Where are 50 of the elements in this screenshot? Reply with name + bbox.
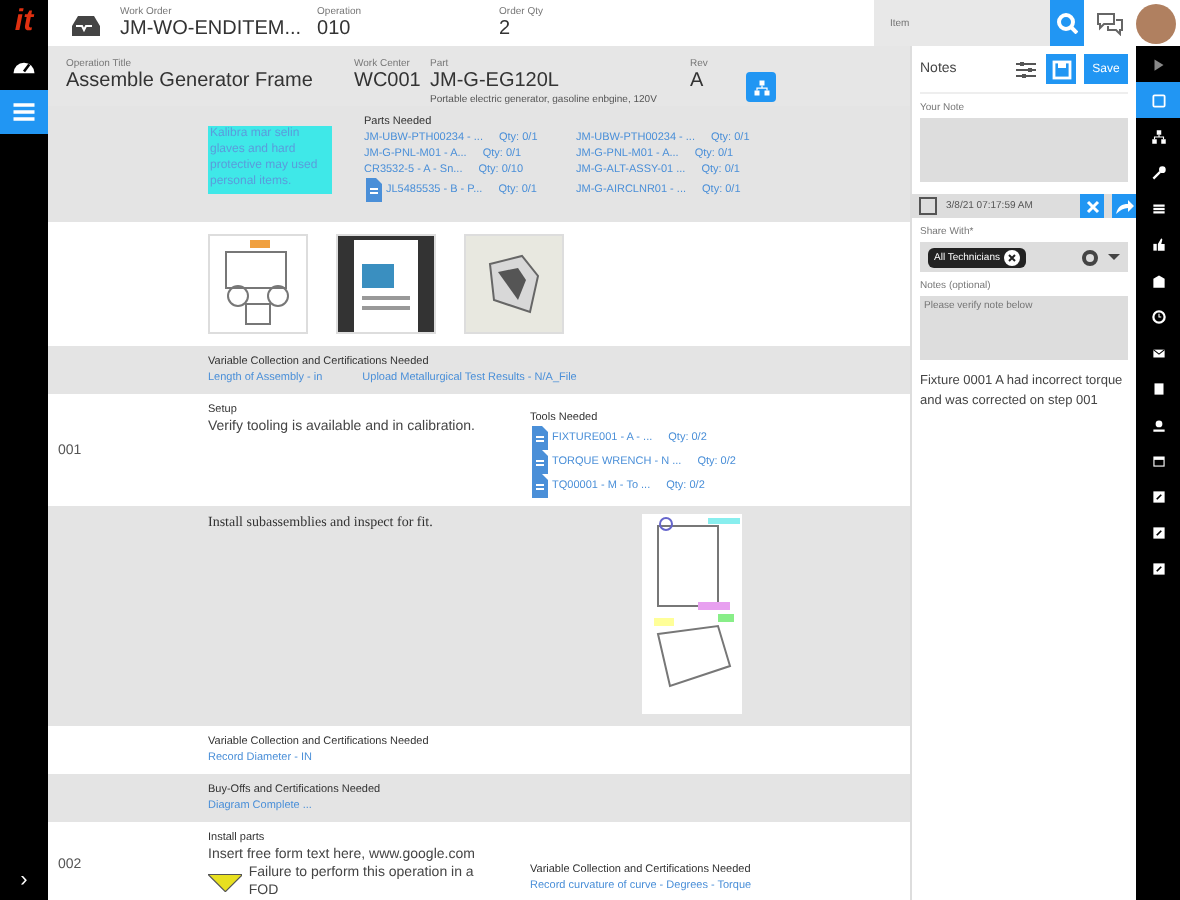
hierarchy-button[interactable] (746, 72, 776, 102)
field-value: A (690, 70, 706, 94)
field-value: 010 (317, 18, 353, 40)
chat-icon (1096, 10, 1124, 36)
note-field[interactable] (920, 118, 1128, 182)
document-icon (530, 474, 548, 498)
filter-icon (1014, 57, 1038, 81)
warning-sign-icon (208, 873, 243, 891)
edit-icon (1149, 559, 1167, 577)
avatar[interactable] (1136, 3, 1176, 43)
close-icon (1083, 197, 1101, 215)
image-thumbnail[interactable] (208, 234, 308, 334)
building-icon (1149, 271, 1167, 289)
clock-icon (1149, 307, 1167, 325)
menu-icon (10, 98, 38, 126)
play-icon (1149, 55, 1167, 73)
floppy-icon (1051, 59, 1071, 79)
thumb-icon (1149, 235, 1167, 253)
field-value: Assemble Generator Frame (66, 70, 315, 94)
edit-icon (1149, 487, 1167, 505)
field-value: JM-WO-ENDITEM... (120, 18, 302, 40)
document-icon (530, 450, 548, 474)
note-icon (1149, 91, 1167, 109)
field-value: WC001 (354, 70, 423, 94)
delete-button[interactable] (1080, 194, 1104, 218)
field-value: 2 (499, 18, 513, 40)
logo: it (12, 2, 36, 42)
document-icon (530, 426, 548, 450)
remove-icon (1003, 249, 1020, 265)
search-button[interactable] (1050, 0, 1084, 46)
wrench-icon (1149, 163, 1167, 181)
document-icon (1149, 379, 1167, 397)
document-icon (364, 178, 382, 202)
calendar-icon (1149, 451, 1167, 469)
caret-icon (1108, 254, 1120, 260)
image-thumbnail[interactable] (464, 234, 564, 334)
hierarchy-icon (1149, 127, 1167, 145)
save-icon-button[interactable] (1046, 54, 1076, 84)
note-icon (918, 196, 938, 216)
field-value: JM-G-EG120L (430, 70, 561, 94)
settings-icon (1080, 247, 1100, 267)
edit-icon (1149, 523, 1167, 541)
share-icon (1113, 196, 1135, 216)
menu-icon (1149, 199, 1167, 217)
share-button[interactable] (1112, 194, 1136, 218)
hierarchy-icon (751, 77, 771, 97)
expand-button[interactable]: › (0, 868, 48, 900)
mail-icon (1149, 343, 1167, 361)
search-icon (1056, 12, 1078, 34)
image-thumbnail[interactable] (336, 234, 436, 334)
